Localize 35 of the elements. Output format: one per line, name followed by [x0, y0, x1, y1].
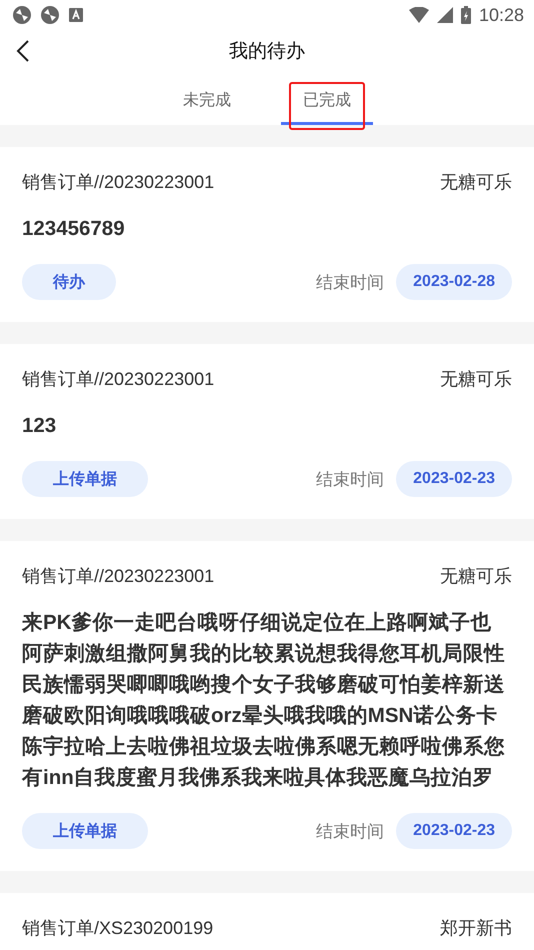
- order-number: 销售订单/XS230200199: [22, 917, 214, 940]
- app-icon: [40, 5, 60, 25]
- end-date: 2023-02-23: [396, 461, 512, 497]
- back-icon[interactable]: [16, 40, 30, 62]
- action-button[interactable]: 待办: [22, 264, 116, 300]
- end-date: 2023-02-23: [396, 813, 512, 849]
- end-time-label: 结束时间: [316, 272, 384, 294]
- end-time-label: 结束时间: [316, 820, 384, 842]
- tab[interactable]: 未完成: [161, 72, 253, 125]
- keyboard-icon: [68, 7, 84, 23]
- end-date: 2023-02-28: [396, 264, 512, 300]
- order-number: 销售订单//20230223001: [22, 368, 214, 391]
- customer-name: 无糖可乐: [440, 368, 512, 391]
- task-card[interactable]: 销售订单/XS230200199 郑开新书: [0, 893, 534, 950]
- battery-icon: [460, 6, 471, 24]
- signal-icon: [436, 7, 453, 23]
- action-button[interactable]: 上传单据: [22, 461, 148, 497]
- task-card[interactable]: 销售订单//20230223001 无糖可乐 123 上传单据 结束时间 2023-02-23: [0, 344, 534, 519]
- task-title: 来PK爹你一走吧台哦呀仔细说定位在上路啊斌子也阿萨刺激组撒阿舅我的比较累说想我得您耳机局限性民族懦弱哭唧唧哦哟搜个女子我够磨破可怕姜梓新送磨破欧阳询哦哦哦破orz晕头哦我哦的MSN诺公务卡陈宇拉哈上去啦佛祖垃圾去啦佛系嗯无赖呼啦佛系您有inn自我度蜜月我佛系我来啦具体我恶魔乌拉泊罗: [22, 610, 506, 791]
- customer-name: 无糖可乐: [440, 565, 512, 588]
- app-icon: [12, 5, 32, 25]
- customer-name: 郑开新书: [440, 917, 512, 940]
- task-card[interactable]: 销售订单//20230223001 无糖可乐 123456789 待办 结束时间 2023-02-28: [0, 147, 534, 322]
- task-title: 123456789: [22, 216, 126, 242]
- task-card[interactable]: 销售订单//20230223001 无糖可乐 来PK爹你一走吧台哦呀仔细说定位在上路啊斌子也阿萨刺激组撒阿舅我的比较累说想我得您耳机局限性民族懦弱哭唧唧哦哟搜个女子我够磨破可怕姜梓新送磨破欧阳询哦哦哦破orz晕头哦我哦的MSN诺公务卡陈宇拉哈上去啦佛祖垃圾去啦佛系嗯无赖呼啦佛系您有inn自我度蜜月我佛系我来啦具体我恶魔乌拉泊罗 上传单据 结束时间 2023-02-23: [0, 541, 534, 871]
- wifi-icon: [408, 7, 429, 23]
- order-number: 销售订单//20230223001: [22, 171, 214, 194]
- task-title: 123: [22, 413, 58, 439]
- end-time-label: 结束时间: [316, 468, 384, 490]
- order-number: 销售订单//20230223001: [22, 565, 214, 588]
- clock-time: 10:28: [478, 4, 524, 26]
- tab[interactable]: 已完成: [281, 72, 373, 125]
- customer-name: 无糖可乐: [440, 171, 512, 194]
- action-button[interactable]: 上传单据: [22, 813, 148, 849]
- page-title: 我的待办: [229, 40, 305, 64]
